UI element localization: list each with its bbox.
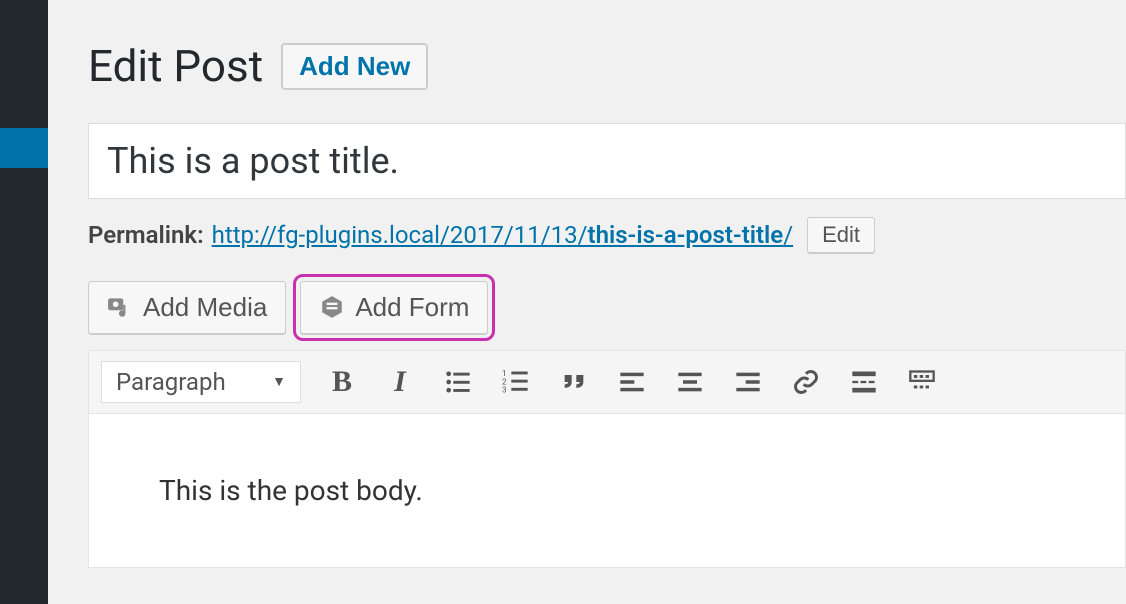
add-media-label: Add Media [143, 292, 267, 323]
permalink-trail: / [783, 221, 793, 249]
read-more-button[interactable] [847, 365, 881, 399]
format-select[interactable]: Paragraph ▼ [101, 361, 301, 403]
permalink-slug: this-is-a-post-title [588, 221, 784, 249]
chevron-down-icon: ▼ [272, 373, 286, 390]
add-new-button[interactable]: Add New [281, 43, 428, 90]
permalink-edit-button[interactable]: Edit [807, 217, 875, 253]
align-left-button[interactable] [615, 365, 649, 399]
post-title-input[interactable] [88, 123, 1126, 199]
admin-sidebar [0, 0, 48, 604]
add-form-button[interactable]: Add Form [300, 281, 488, 334]
toolbar-toggle-button[interactable] [905, 365, 939, 399]
numbered-list-button[interactable]: 123 [499, 365, 533, 399]
permalink-row: Permalink: http://fg-plugins.local/2017/… [88, 217, 1126, 253]
align-right-button[interactable] [731, 365, 765, 399]
permalink-label: Permalink: [88, 221, 204, 249]
permalink-url[interactable]: http://fg-plugins.local/2017/11/13/this-… [212, 221, 794, 249]
form-badge-icon [319, 294, 345, 320]
editor-body[interactable]: This is the post body. [89, 413, 1125, 567]
add-media-button[interactable]: Add Media [88, 281, 286, 334]
italic-button[interactable]: I [383, 365, 417, 399]
svg-text:3: 3 [502, 384, 507, 394]
bulleted-list-button[interactable] [441, 365, 475, 399]
heading-row: Edit Post Add New [88, 40, 1126, 93]
align-center-button[interactable] [673, 365, 707, 399]
main-content: Edit Post Add New Permalink: http://fg-p… [48, 0, 1126, 604]
page-title: Edit Post [88, 40, 263, 93]
sidebar-active-indicator [0, 128, 48, 168]
blockquote-button[interactable] [557, 365, 591, 399]
add-form-label: Add Form [355, 292, 469, 323]
camera-music-icon [107, 294, 133, 320]
bold-button[interactable]: B [325, 365, 359, 399]
editor: Paragraph ▼ B I 123 [88, 350, 1126, 568]
format-select-value: Paragraph [116, 368, 226, 396]
editor-toolbar: Paragraph ▼ B I 123 [89, 351, 1125, 413]
permalink-base: http://fg-plugins.local/2017/11/13/ [212, 221, 588, 249]
editor-body-text: This is the post body. [159, 474, 423, 507]
media-buttons-row: Add Media Add Form [88, 281, 1126, 334]
link-button[interactable] [789, 365, 823, 399]
